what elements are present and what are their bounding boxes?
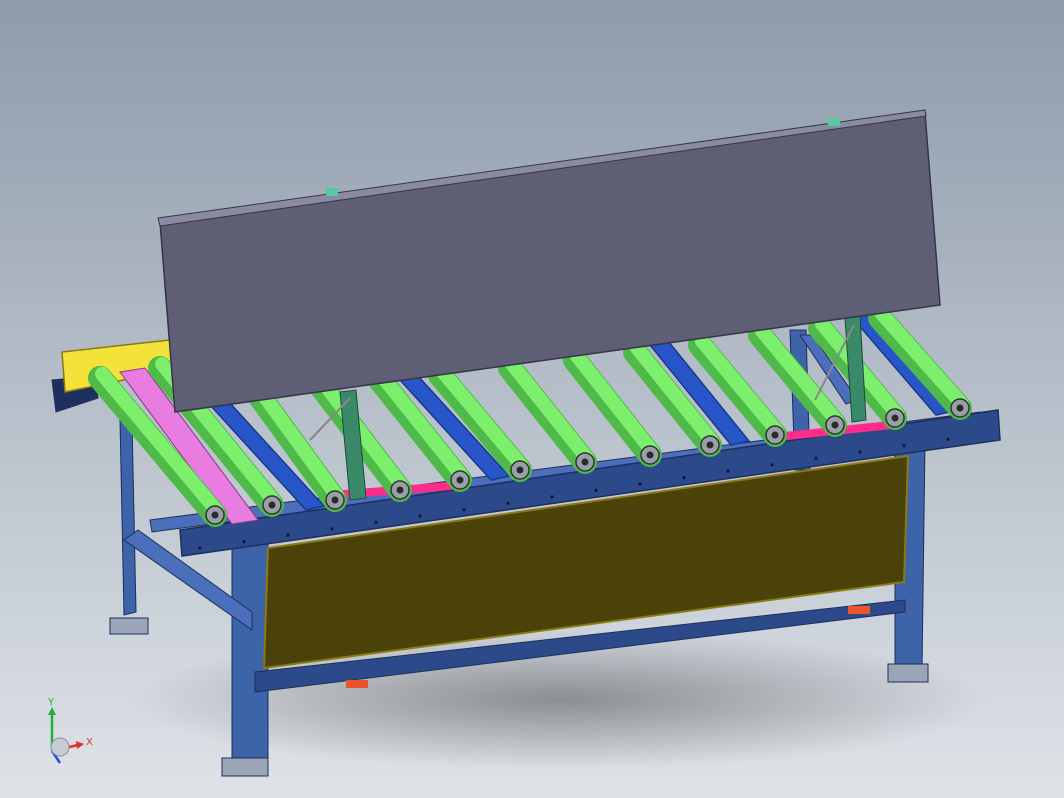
sheet-clip-right [828,118,840,126]
rail-bolt [638,482,642,486]
roller-8-bearing-hub [646,451,654,459]
roller-13-bearing-hub [956,404,964,412]
rail-bolt [902,444,906,448]
rail-bolt [550,495,554,499]
rail-bolt [814,456,818,460]
x-axis-arrow [76,741,84,749]
rail-bolt [374,520,378,525]
roller-1-bearing-hub [211,511,219,519]
leveling-foot-1 [346,680,368,688]
sheet-clip-left [326,188,338,196]
roller-2-bearing-hub [268,501,276,509]
rail-bolt [770,463,774,467]
roller-3-bearing-hub [331,496,339,504]
roller-11-bearing-hub [831,421,839,429]
x-axis-label: X [86,737,93,748]
roller-4-bearing-hub [396,486,404,494]
rail-bolt [418,514,422,518]
conveyor-model-view[interactable] [0,0,1064,798]
roller-5-bearing-hub [456,476,464,484]
rail-bolt [594,488,598,492]
axis-triad: Y X [47,697,93,764]
triad-origin-sphere [50,737,70,757]
roller-10-bearing-hub [771,431,779,439]
rail-bolt [242,540,246,544]
rail-bolt [286,533,290,537]
rail-bolt [506,501,510,505]
foot-plate-front-right [887,663,929,683]
y-axis-label: Y [47,697,55,708]
rail-bolt [462,508,466,512]
rail-bolt [858,450,862,454]
roller-9-bearing-hub [706,441,714,449]
roller-12-bearing-hub [891,414,899,422]
y-axis-arrow [48,707,56,715]
rail-bolt [198,546,202,550]
roller-7-bearing-hub [581,458,589,466]
front-left-leg [231,539,269,763]
rail-bolt [946,437,950,441]
cad-viewport[interactable]: Y X [0,0,1064,798]
foot-plate-back-left [109,617,149,635]
roller-6-bearing-hub [516,466,524,474]
rail-bolt [330,527,334,531]
rail-bolt [726,469,730,473]
foot-plate-front-left [221,757,269,777]
rail-bolt [682,476,686,480]
leveling-foot-2 [848,606,870,614]
